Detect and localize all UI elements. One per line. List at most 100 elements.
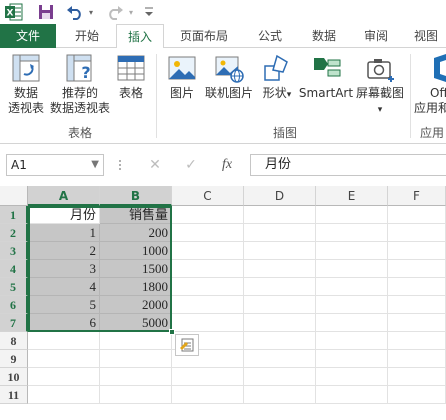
empty-cell[interactable] bbox=[172, 278, 244, 296]
empty-cell[interactable] bbox=[388, 296, 446, 314]
empty-cell[interactable] bbox=[172, 314, 244, 332]
empty-cell[interactable] bbox=[244, 242, 316, 260]
empty-cell[interactable] bbox=[28, 350, 100, 368]
empty-cell[interactable] bbox=[244, 206, 316, 224]
name-box[interactable]: A1 ▼ bbox=[6, 154, 104, 176]
empty-cell[interactable] bbox=[100, 386, 172, 404]
empty-cell[interactable] bbox=[172, 242, 244, 260]
cell-a4[interactable]: 3 bbox=[28, 260, 100, 278]
empty-cell[interactable] bbox=[388, 206, 446, 224]
empty-cell[interactable] bbox=[316, 278, 388, 296]
cell-a1[interactable]: 月份 bbox=[28, 206, 100, 224]
undo-icon[interactable] bbox=[64, 3, 86, 21]
cancel-icon[interactable]: ✕ bbox=[146, 156, 164, 174]
row-header-4[interactable]: 4 bbox=[0, 260, 28, 278]
empty-cell[interactable] bbox=[28, 368, 100, 386]
customize-qat-icon[interactable] bbox=[142, 3, 156, 21]
cell-b2[interactable]: 200 bbox=[100, 224, 172, 242]
column-header-f[interactable]: F bbox=[388, 186, 446, 206]
empty-cell[interactable] bbox=[172, 296, 244, 314]
empty-cell[interactable] bbox=[100, 332, 172, 350]
tab-data[interactable]: 数据 bbox=[300, 24, 348, 48]
cell-b1[interactable]: 销售量 bbox=[100, 206, 172, 224]
empty-cell[interactable] bbox=[172, 260, 244, 278]
row-header-11[interactable]: 11 bbox=[0, 386, 28, 404]
empty-cell[interactable] bbox=[316, 314, 388, 332]
cell-a5[interactable]: 4 bbox=[28, 278, 100, 296]
empty-cell[interactable] bbox=[244, 314, 316, 332]
empty-cell[interactable] bbox=[28, 332, 100, 350]
empty-cell[interactable] bbox=[388, 242, 446, 260]
empty-cell[interactable] bbox=[316, 296, 388, 314]
column-header-e[interactable]: E bbox=[316, 186, 388, 206]
empty-cell[interactable] bbox=[388, 368, 446, 386]
save-icon[interactable] bbox=[36, 3, 56, 21]
empty-cell[interactable] bbox=[172, 368, 244, 386]
picture-button[interactable]: 图片 bbox=[162, 52, 202, 101]
cell-b4[interactable]: 1500 bbox=[100, 260, 172, 278]
empty-cell[interactable] bbox=[244, 350, 316, 368]
empty-cell[interactable] bbox=[172, 386, 244, 404]
empty-cell[interactable] bbox=[244, 278, 316, 296]
cell-b7[interactable]: 5000 bbox=[100, 314, 172, 332]
cell-a2[interactable]: 1 bbox=[28, 224, 100, 242]
empty-cell[interactable] bbox=[244, 260, 316, 278]
row-header-7[interactable]: 7 bbox=[0, 314, 28, 332]
insert-function-icon[interactable]: fx bbox=[218, 156, 236, 174]
cell-b3[interactable]: 1000 bbox=[100, 242, 172, 260]
formula-input[interactable]: 月份 bbox=[250, 154, 446, 176]
empty-cell[interactable] bbox=[244, 296, 316, 314]
online-picture-button[interactable]: 联机图片 bbox=[202, 52, 256, 101]
tab-file[interactable]: 文件 bbox=[0, 24, 56, 48]
pivot-table-button[interactable]: 数据 透视表 bbox=[2, 52, 50, 116]
cell-a7[interactable]: 6 bbox=[28, 314, 100, 332]
empty-cell[interactable] bbox=[316, 350, 388, 368]
tab-view[interactable]: 视图 bbox=[406, 24, 446, 48]
column-header-a[interactable]: A bbox=[28, 186, 100, 206]
tab-page-layout[interactable]: 页面布局 bbox=[170, 24, 238, 48]
tab-home[interactable]: 开始 bbox=[62, 24, 112, 48]
row-header-10[interactable]: 10 bbox=[0, 368, 28, 386]
empty-cell[interactable] bbox=[100, 368, 172, 386]
empty-cell[interactable] bbox=[388, 278, 446, 296]
empty-cell[interactable] bbox=[316, 206, 388, 224]
empty-cell[interactable] bbox=[316, 332, 388, 350]
undo-dropdown-icon[interactable]: ▾ bbox=[86, 3, 96, 21]
redo-dropdown-icon[interactable]: ▾ bbox=[126, 3, 136, 21]
redo-icon[interactable] bbox=[104, 3, 126, 21]
empty-cell[interactable] bbox=[172, 206, 244, 224]
empty-cell[interactable] bbox=[316, 224, 388, 242]
empty-cell[interactable] bbox=[388, 260, 446, 278]
row-header-8[interactable]: 8 bbox=[0, 332, 28, 350]
select-all-button[interactable] bbox=[0, 186, 28, 206]
empty-cell[interactable] bbox=[100, 350, 172, 368]
office-apps-button[interactable]: Off 应用和 bbox=[414, 52, 446, 116]
cell-b5[interactable]: 1800 bbox=[100, 278, 172, 296]
resize-handle-icon[interactable] bbox=[118, 159, 122, 171]
tab-review[interactable]: 审阅 bbox=[352, 24, 400, 48]
empty-cell[interactable] bbox=[388, 224, 446, 242]
name-box-dropdown-icon[interactable]: ▼ bbox=[91, 155, 99, 175]
tab-formulas[interactable]: 公式 bbox=[246, 24, 294, 48]
screenshot-button[interactable]: 屏幕截图 ▾ bbox=[354, 52, 406, 118]
empty-cell[interactable] bbox=[28, 386, 100, 404]
empty-cell[interactable] bbox=[316, 386, 388, 404]
tab-insert[interactable]: 插入 bbox=[116, 24, 164, 49]
empty-cell[interactable] bbox=[244, 386, 316, 404]
cell-a6[interactable]: 5 bbox=[28, 296, 100, 314]
row-header-5[interactable]: 5 bbox=[0, 278, 28, 296]
column-header-d[interactable]: D bbox=[244, 186, 316, 206]
empty-cell[interactable] bbox=[244, 368, 316, 386]
row-header-1[interactable]: 1 bbox=[0, 206, 28, 224]
empty-cell[interactable] bbox=[316, 242, 388, 260]
column-header-b[interactable]: B bbox=[100, 186, 172, 206]
row-header-9[interactable]: 9 bbox=[0, 350, 28, 368]
quick-analysis-button[interactable] bbox=[175, 334, 199, 356]
table-button[interactable]: 表格 bbox=[112, 52, 150, 101]
empty-cell[interactable] bbox=[172, 224, 244, 242]
recommended-pivot-button[interactable]: ? 推荐的 数据透视表 bbox=[50, 52, 110, 116]
worksheet-grid[interactable]: A B C D E F 1 2 3 4 5 6 7 8 9 10 11 月份 销… bbox=[0, 186, 446, 420]
empty-cell[interactable] bbox=[388, 350, 446, 368]
empty-cell[interactable] bbox=[316, 260, 388, 278]
shapes-button[interactable]: 形状▾ bbox=[258, 52, 296, 103]
